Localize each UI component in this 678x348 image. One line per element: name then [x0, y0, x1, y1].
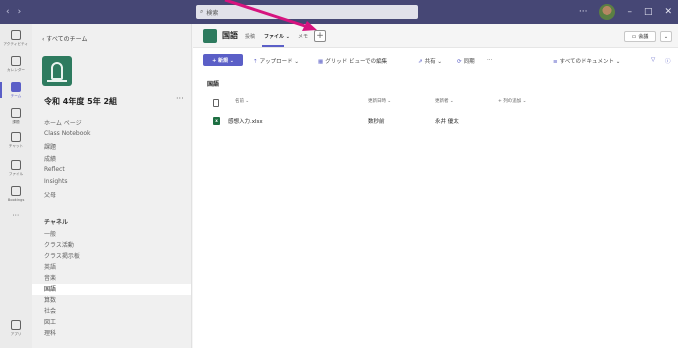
rail-activity[interactable]: アクティビティ: [0, 30, 32, 47]
add-column-button[interactable]: + 列の追加 ⌄: [498, 98, 526, 104]
nav-grades[interactable]: 成績: [44, 154, 56, 163]
team-name: 令和 4年度 5年 2組: [44, 97, 118, 106]
apps-icon: [11, 320, 21, 330]
back-arrow-icon[interactable]: ‹: [6, 7, 10, 17]
window-controls: ··· – □ ✕: [579, 0, 678, 24]
breadcrumb[interactable]: 国語: [207, 79, 219, 88]
nav-reflect[interactable]: Reflect: [44, 166, 65, 173]
info-icon[interactable]: ⓘ: [665, 57, 673, 65]
file-modified: 数秒前: [368, 119, 385, 125]
file-table-header: 名前 ⌄ 更新日時 ⌄ 更新者 ⌄ + 列の追加 ⌄: [193, 95, 678, 109]
rail-bookings[interactable]: Bookings: [0, 186, 32, 202]
column-name[interactable]: 名前 ⌄: [235, 98, 249, 104]
minimize-icon[interactable]: –: [627, 7, 632, 17]
rail-more[interactable]: ···: [0, 210, 32, 220]
team-more-icon[interactable]: ···: [176, 94, 184, 103]
channel-item[interactable]: 図工: [32, 317, 191, 328]
forward-arrow-icon[interactable]: ›: [18, 7, 22, 17]
channel-item[interactable]: 理科: [32, 328, 191, 339]
chat-icon: [11, 132, 21, 142]
upload-icon: ⇡: [253, 59, 258, 65]
video-camera-icon: ▭: [631, 33, 637, 40]
rail-files[interactable]: ファイル: [0, 160, 32, 177]
tab-posts[interactable]: 投稿: [245, 33, 255, 40]
team-sidebar: ‹ すべてのチーム 令和 4年度 5年 2組 ··· ホーム ページ Class…: [32, 24, 192, 348]
active-tab-indicator: [262, 45, 284, 47]
grid-icon: ▦: [318, 59, 324, 65]
file-modified-by: 永井 優太: [435, 119, 459, 125]
excel-file-icon: x: [213, 117, 220, 125]
nav-insights[interactable]: Insights: [44, 178, 67, 185]
search-placeholder: 検索: [206, 9, 219, 17]
channel-item[interactable]: クラス活動: [32, 240, 191, 251]
assignments-icon: [11, 108, 21, 118]
channels-heading: チャネル: [44, 219, 68, 226]
search-icon: ⌕: [200, 8, 204, 15]
team-logo: [42, 56, 72, 86]
file-name[interactable]: 感想入力.xlsx: [228, 117, 263, 125]
files-icon: [11, 160, 21, 170]
table-row[interactable]: x 感想入力.xlsx 数秒前 永井 優太: [193, 114, 678, 128]
history-nav: ‹ ›: [0, 7, 40, 17]
nav-assignments[interactable]: 課題: [44, 142, 56, 151]
channel-item[interactable]: クラス掲示板: [32, 251, 191, 262]
channel-item-selected[interactable]: 国語: [32, 284, 191, 295]
tab-files[interactable]: ファイル ⌄: [264, 33, 290, 40]
bell-icon: [11, 30, 21, 40]
channel-item[interactable]: 音楽: [32, 273, 191, 284]
filter-icon[interactable]: ▽: [651, 57, 657, 63]
meet-dropdown-button[interactable]: ⌄: [660, 31, 672, 42]
channel-icon: [203, 29, 217, 43]
rail-chat[interactable]: チャット: [0, 132, 32, 149]
view-list-icon: ≡: [553, 59, 558, 65]
channel-title: 国語: [222, 31, 238, 40]
calendar-icon: [11, 56, 21, 66]
rail-teams[interactable]: チーム: [0, 82, 32, 99]
teams-icon: [11, 82, 21, 92]
files-toolbar: + 新規 ⌄ ⇡ アップロード ⌄ ▦ グリッド ビューでの編集 ⇗ 共有 ⌄ ⟳ 同期…: [193, 50, 678, 70]
title-bar: ‹ › ⌕ 検索 ··· – □ ✕: [0, 0, 678, 24]
sync-icon: ⟳: [457, 59, 462, 65]
nav-parents[interactable]: 父母: [44, 190, 56, 199]
rail-calendar[interactable]: カレンダー: [0, 56, 32, 73]
share-icon: ⇗: [418, 59, 423, 65]
new-button[interactable]: + 新規 ⌄: [203, 54, 243, 66]
nav-home[interactable]: ホーム ページ: [44, 118, 82, 127]
close-icon[interactable]: ✕: [664, 7, 672, 17]
search-input[interactable]: ⌕ 検索: [196, 5, 418, 19]
channel-main: 国語 投稿 ファイル ⌄ メモ + ▭ 会議 ⌄ + 新規 ⌄ ⇡ アップロード …: [193, 24, 678, 348]
tab-notes[interactable]: メモ: [298, 33, 308, 40]
maximize-icon[interactable]: □: [644, 7, 653, 17]
share-button[interactable]: ⇗ 共有 ⌄: [418, 57, 442, 65]
grid-edit-button[interactable]: ▦ グリッド ビューでの編集: [318, 57, 387, 65]
column-modified[interactable]: 更新日時 ⌄: [368, 98, 391, 104]
toolbar-more-icon[interactable]: ···: [487, 57, 492, 63]
rail-assignments[interactable]: 課題: [0, 108, 32, 125]
channel-item[interactable]: 英語: [32, 262, 191, 273]
add-tab-button[interactable]: +: [314, 30, 326, 42]
file-type-column-icon: [213, 99, 219, 107]
meet-button[interactable]: ▭ 会議: [624, 31, 656, 42]
back-to-teams-link[interactable]: ‹ すべてのチーム: [42, 34, 87, 43]
more-icon: ···: [12, 211, 20, 220]
sync-button[interactable]: ⟳ 同期: [457, 57, 475, 65]
channel-item[interactable]: 社会: [32, 306, 191, 317]
channel-item[interactable]: 一般: [32, 229, 191, 240]
channel-item[interactable]: 算数: [32, 295, 191, 306]
rail-apps[interactable]: アプリ: [0, 320, 32, 337]
upload-button[interactable]: ⇡ アップロード ⌄: [253, 57, 299, 65]
channel-header: 国語 投稿 ファイル ⌄ メモ + ▭ 会議 ⌄: [193, 24, 678, 48]
microscope-icon: [47, 62, 67, 82]
more-options-icon[interactable]: ···: [579, 7, 588, 17]
nav-class-notebook[interactable]: Class Notebook: [44, 130, 91, 137]
column-modified-by[interactable]: 更新者 ⌄: [435, 98, 454, 104]
avatar[interactable]: [599, 4, 616, 20]
bookings-icon: [11, 186, 21, 196]
all-documents-view[interactable]: ≡ すべてのドキュメント ⌄: [553, 57, 620, 65]
app-rail: アクティビティ カレンダー チーム 課題 チャット ファイル Bookings …: [0, 24, 32, 348]
